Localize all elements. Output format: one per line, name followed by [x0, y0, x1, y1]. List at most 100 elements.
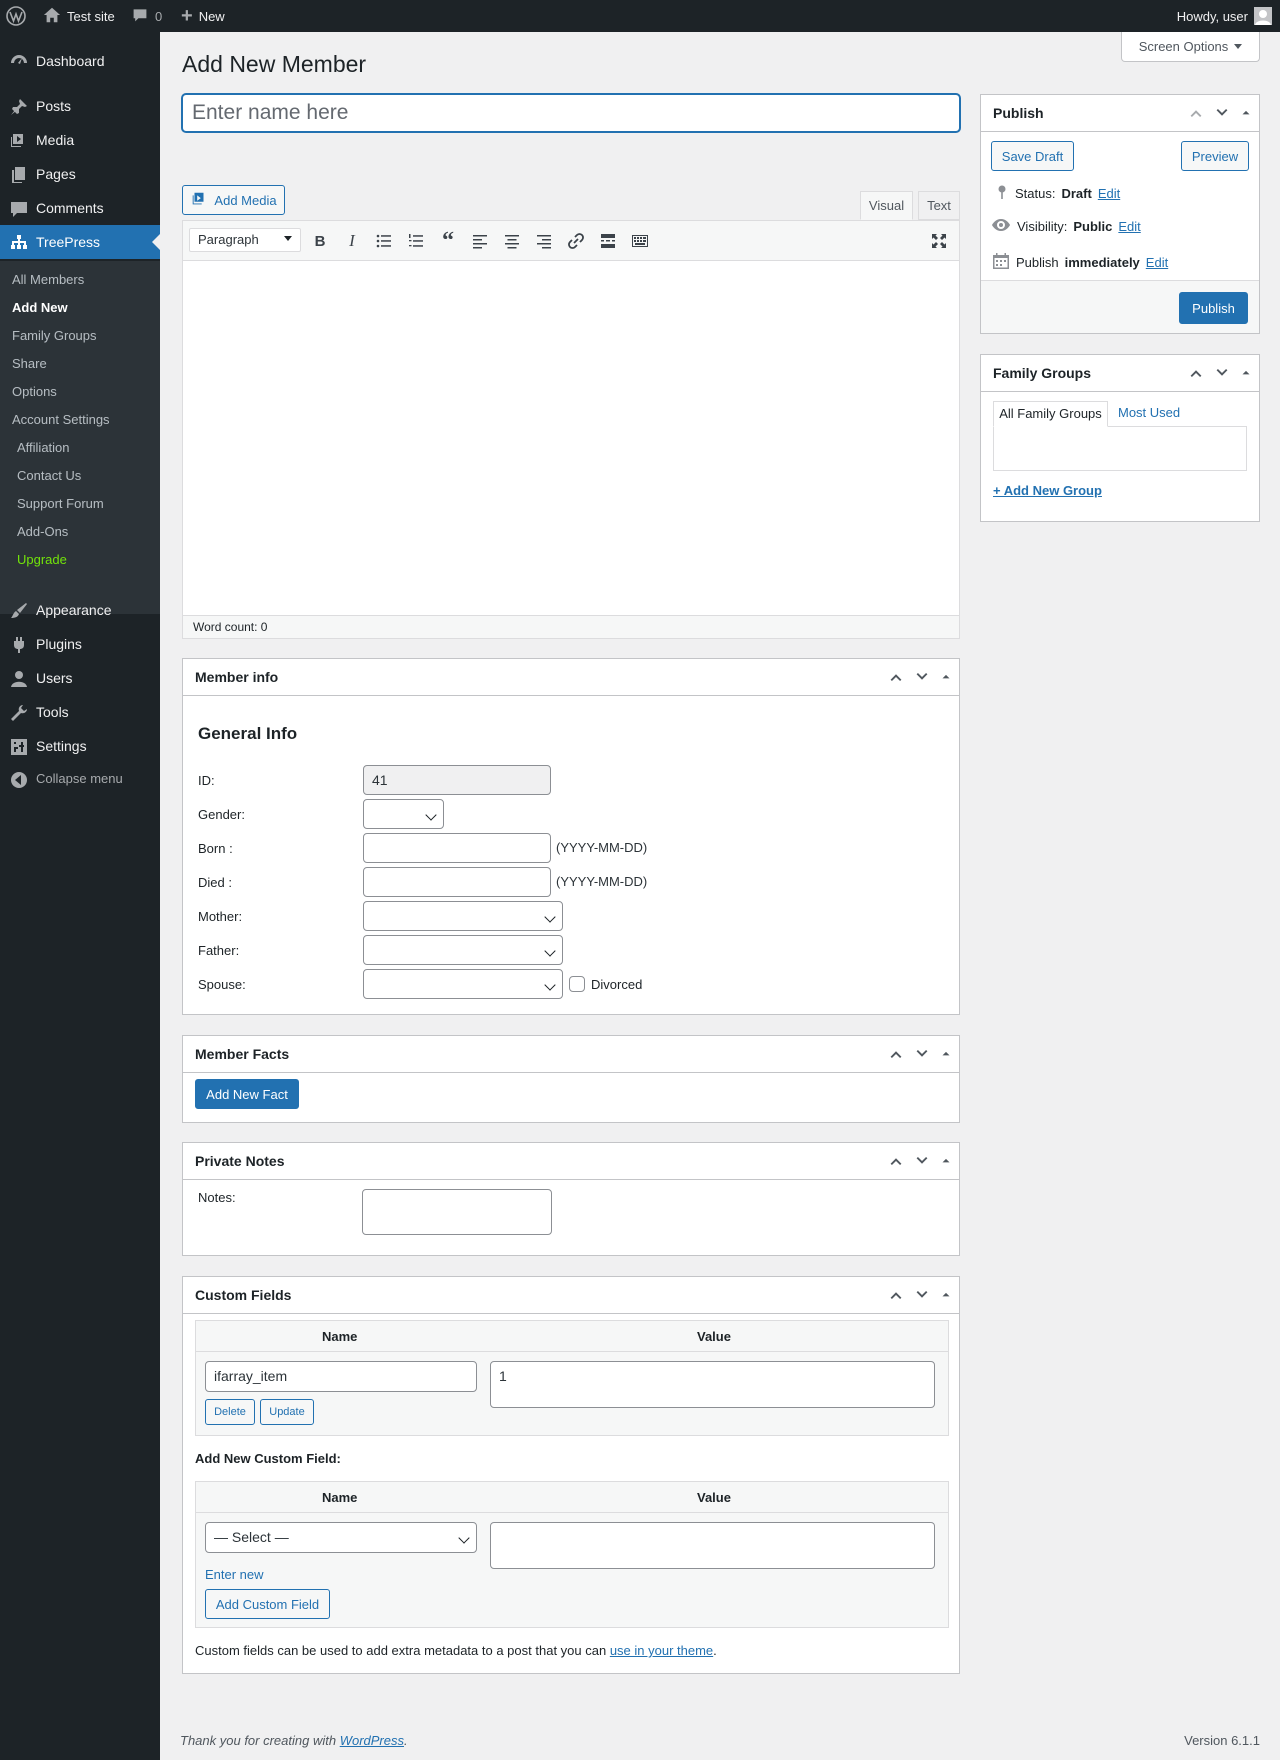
move-down-icon[interactable]	[913, 1286, 931, 1304]
divorced-checkbox[interactable]	[569, 976, 585, 992]
move-up-icon[interactable]	[887, 1045, 905, 1063]
notes-textarea[interactable]	[362, 1189, 552, 1235]
spouse-select[interactable]	[363, 969, 563, 999]
wordpress-link[interactable]: WordPress	[340, 1733, 404, 1748]
add-media-button[interactable]: Add Media	[182, 185, 285, 215]
site-name-link[interactable]: Test site	[43, 0, 115, 32]
read-more-icon[interactable]	[598, 231, 618, 251]
sidebar-item-settings[interactable]: Settings	[0, 729, 160, 763]
align-left-icon[interactable]	[470, 231, 490, 251]
sidebar-item-plugins[interactable]: Plugins	[0, 627, 160, 661]
tab-visual[interactable]: Visual	[860, 191, 913, 220]
move-up-icon[interactable]	[887, 1152, 905, 1170]
submenu-affiliation[interactable]: Affiliation	[17, 440, 70, 455]
add-new-fact-button[interactable]: Add New Fact	[195, 1079, 299, 1109]
visibility-row: Visibility: Public Edit	[991, 218, 1141, 235]
toggle-panel-icon[interactable]	[1239, 364, 1253, 382]
use-in-theme-link[interactable]: use in your theme	[610, 1643, 713, 1658]
bullet-list-icon[interactable]	[374, 231, 394, 251]
member-name-input[interactable]	[182, 94, 960, 132]
submenu-account-settings[interactable]: Account Settings	[12, 412, 110, 427]
caret-down-icon	[1234, 44, 1243, 49]
italic-icon[interactable]: I	[342, 231, 362, 251]
sidebar-item-media[interactable]: Media	[0, 123, 160, 157]
edit-visibility-link[interactable]: Edit	[1118, 219, 1140, 234]
edit-status-link[interactable]: Edit	[1098, 186, 1120, 201]
move-up-icon[interactable]	[1187, 364, 1205, 382]
publish-button[interactable]: Publish	[1179, 292, 1248, 324]
custom-field-value-textarea[interactable]: 1	[490, 1361, 935, 1408]
screen-options-button[interactable]: Screen Options	[1121, 32, 1260, 62]
move-down-icon[interactable]	[1213, 104, 1231, 122]
sidebar-item-posts[interactable]: Posts	[0, 89, 160, 123]
tab-all-family-groups[interactable]: All Family Groups	[993, 401, 1108, 427]
align-center-icon[interactable]	[502, 231, 522, 251]
member-facts-header: Member Facts	[183, 1036, 959, 1073]
tab-text[interactable]: Text	[918, 191, 960, 220]
submenu-share[interactable]: Share	[12, 356, 47, 371]
family-groups-checklist[interactable]	[993, 426, 1247, 471]
numbered-list-icon[interactable]	[406, 231, 426, 251]
enter-new-link[interactable]: Enter new	[205, 1567, 264, 1582]
edit-publish-date-link[interactable]: Edit	[1146, 255, 1168, 270]
sidebar-item-comments[interactable]: Comments	[0, 191, 160, 225]
fullscreen-icon[interactable]	[929, 231, 949, 251]
link-icon[interactable]	[566, 231, 586, 251]
add-custom-field-button[interactable]: Add Custom Field	[205, 1589, 330, 1619]
account-menu[interactable]: Howdy, user	[1177, 0, 1272, 32]
custom-field-key-select[interactable]: — Select —	[205, 1522, 477, 1553]
died-date-input[interactable]	[363, 867, 551, 897]
update-custom-field-button[interactable]: Update	[260, 1399, 314, 1425]
custom-field-name-input[interactable]: ifarray_item	[205, 1361, 477, 1392]
sidebar-item-dashboard[interactable]: Dashboard	[0, 44, 160, 78]
submenu-family-groups[interactable]: Family Groups	[12, 328, 97, 343]
move-up-icon[interactable]	[887, 1286, 905, 1304]
move-up-icon[interactable]	[1187, 104, 1205, 122]
father-select[interactable]	[363, 935, 563, 965]
submenu-upgrade[interactable]: Upgrade	[17, 552, 67, 567]
submenu-add-ons[interactable]: Add-Ons	[17, 524, 68, 539]
sidebar-item-pages[interactable]: Pages	[0, 157, 160, 191]
born-date-input[interactable]	[363, 833, 551, 863]
add-new-group-link[interactable]: + Add New Group	[993, 483, 1102, 498]
submenu-add-new[interactable]: Add New	[12, 300, 68, 315]
bold-icon[interactable]: B	[310, 231, 330, 251]
delete-custom-field-button[interactable]: Delete	[205, 1399, 255, 1425]
toggle-panel-icon[interactable]	[1239, 104, 1253, 122]
save-draft-button[interactable]: Save Draft	[991, 141, 1074, 171]
move-down-icon[interactable]	[1213, 364, 1231, 382]
new-custom-field-value-textarea[interactable]	[490, 1522, 935, 1569]
sidebar-item-appearance[interactable]: Appearance	[0, 593, 160, 627]
sidebar-item-users[interactable]: Users	[0, 661, 160, 695]
wordpress-logo-icon[interactable]	[6, 0, 28, 32]
format-select[interactable]: Paragraph	[189, 228, 301, 252]
move-down-icon[interactable]	[913, 1152, 931, 1170]
editor-toolbar: Paragraph B I “	[183, 221, 959, 261]
collapse-menu-button[interactable]: Collapse menu	[0, 762, 160, 796]
submenu-support-forum[interactable]: Support Forum	[17, 496, 104, 511]
editor-content-area[interactable]	[183, 261, 959, 615]
move-down-icon[interactable]	[913, 1045, 931, 1063]
tab-most-used[interactable]: Most Used	[1118, 401, 1180, 427]
blockquote-icon[interactable]: “	[438, 228, 458, 254]
comments-link[interactable]: 0	[132, 0, 162, 32]
add-new-custom-field-heading: Add New Custom Field:	[195, 1451, 341, 1466]
mother-select[interactable]	[363, 901, 563, 931]
submenu-contact-us[interactable]: Contact Us	[17, 468, 81, 483]
toggle-panel-icon[interactable]	[939, 668, 953, 686]
align-right-icon[interactable]	[534, 231, 554, 251]
gender-select[interactable]	[363, 799, 444, 829]
status-row: Status: Draft Edit	[995, 184, 1120, 203]
toggle-panel-icon[interactable]	[939, 1045, 953, 1063]
preview-button[interactable]: Preview	[1181, 141, 1249, 171]
submenu-options[interactable]: Options	[12, 384, 57, 399]
new-content-link[interactable]: + New	[181, 0, 225, 32]
move-up-icon[interactable]	[887, 668, 905, 686]
move-down-icon[interactable]	[913, 668, 931, 686]
toggle-panel-icon[interactable]	[939, 1286, 953, 1304]
submenu-all-members[interactable]: All Members	[12, 272, 84, 287]
toolbar-toggle-icon[interactable]	[630, 231, 650, 251]
sidebar-item-tools[interactable]: Tools	[0, 695, 160, 729]
sidebar-item-treepress[interactable]: TreePress	[0, 225, 160, 259]
toggle-panel-icon[interactable]	[939, 1152, 953, 1170]
